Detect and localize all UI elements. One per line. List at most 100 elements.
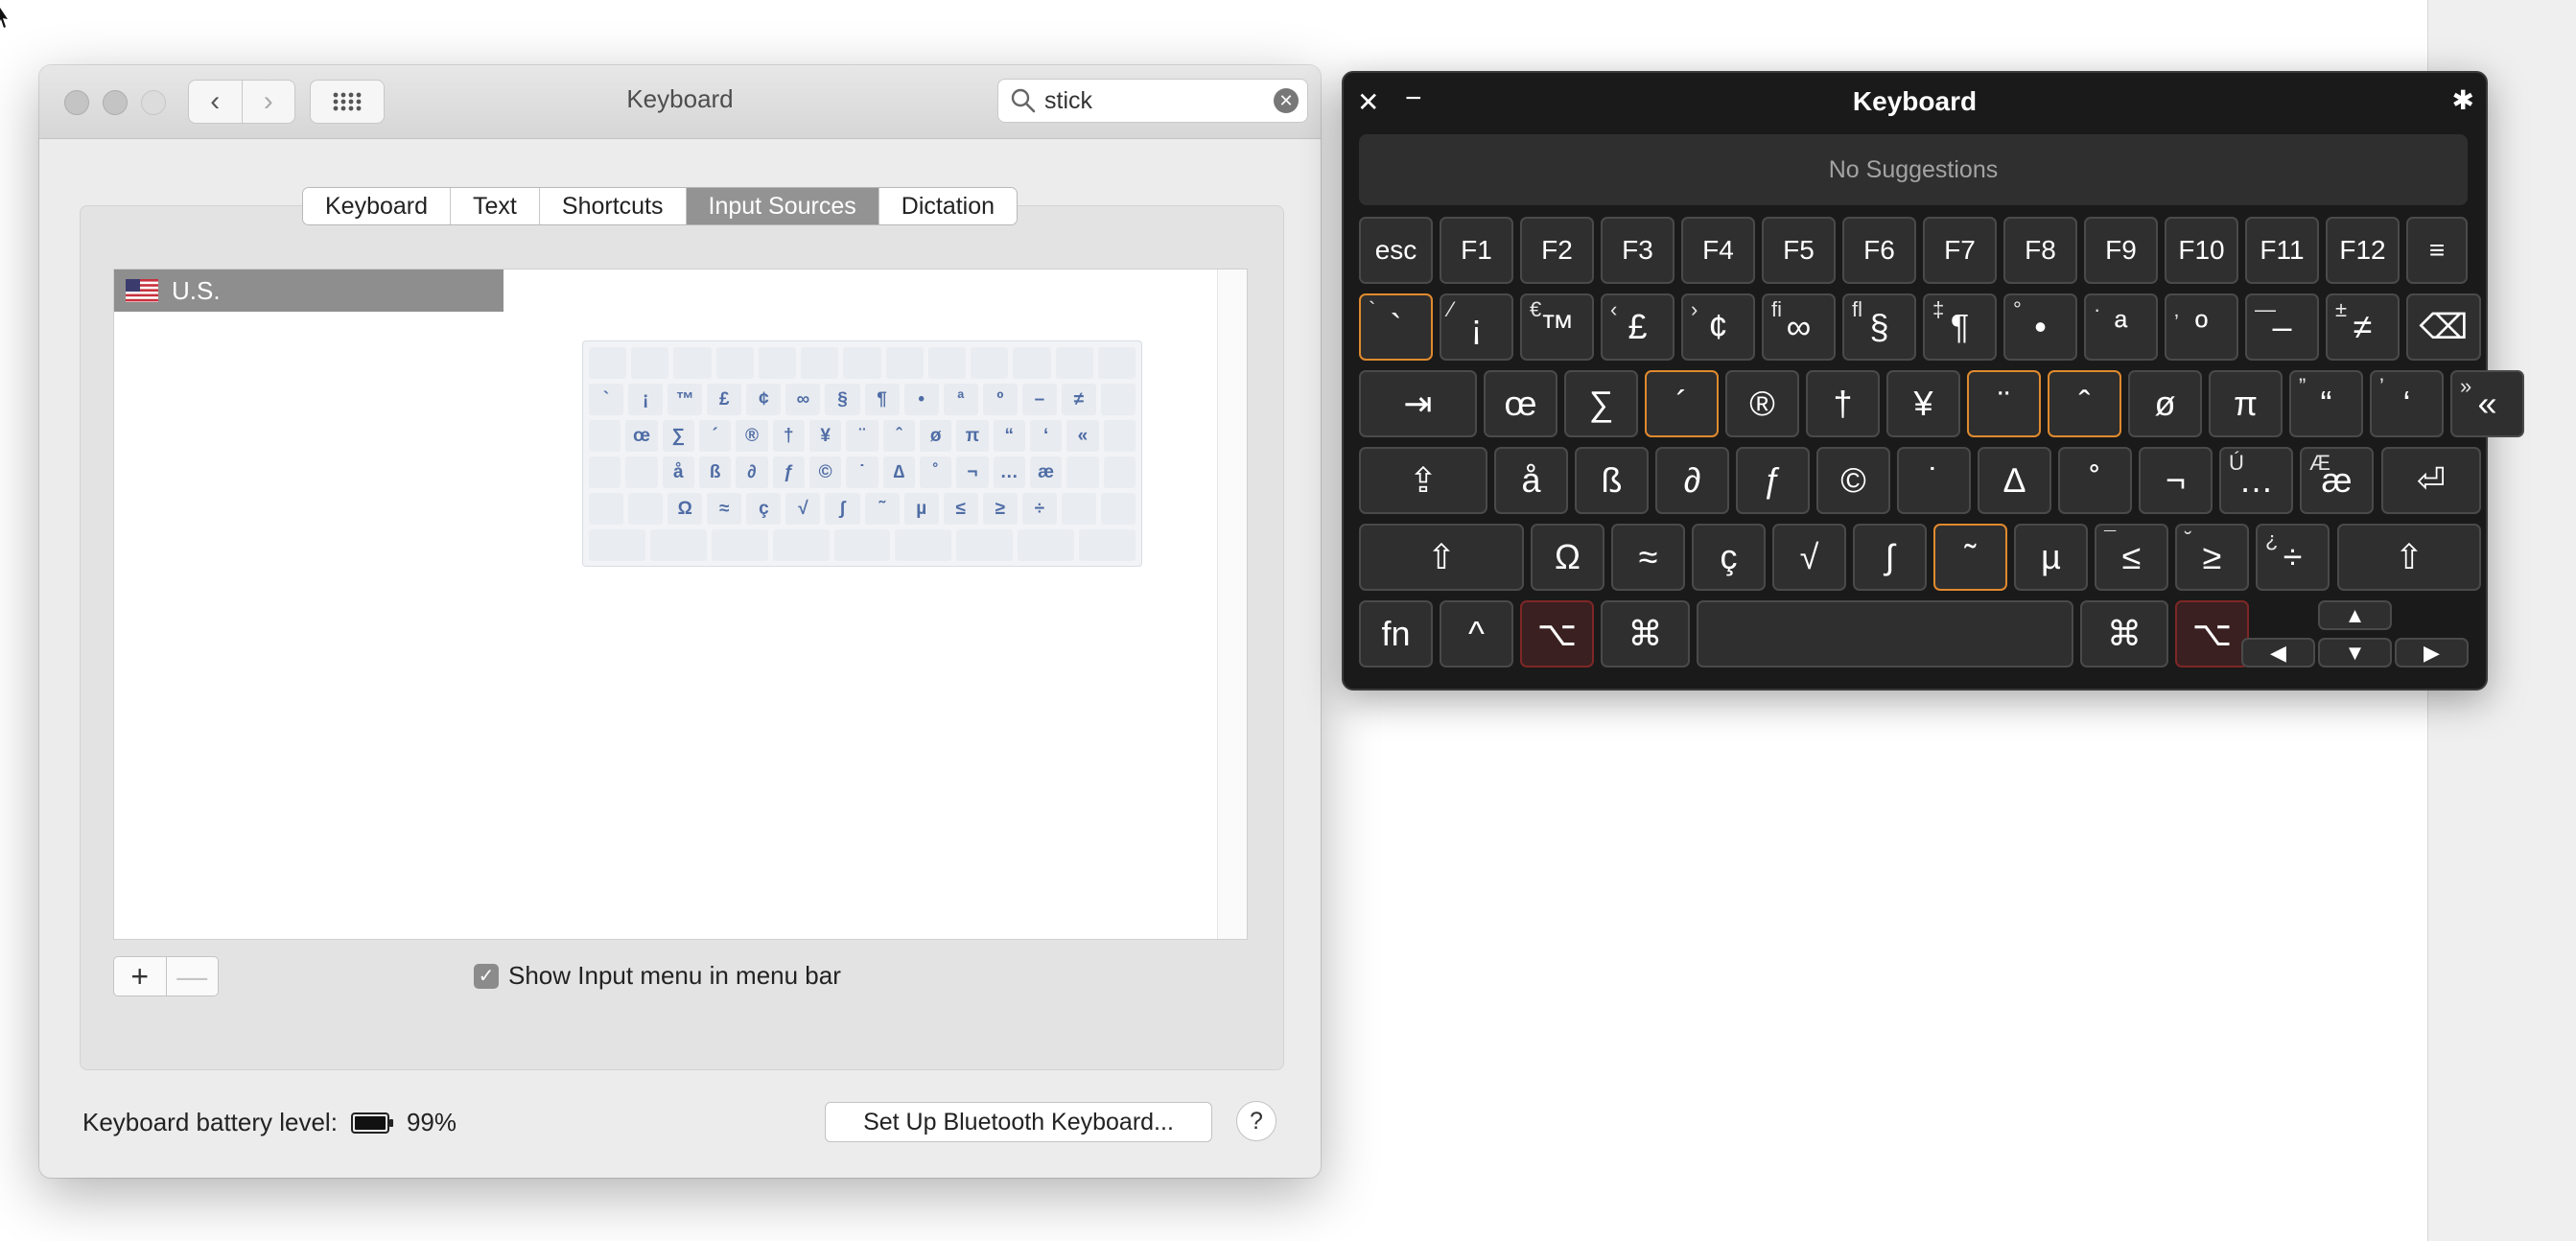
key-arrow-right[interactable]: ▶	[2395, 638, 2469, 667]
key-shift-left[interactable]: ⇧	[1359, 524, 1524, 591]
key-row2[interactable]: “”	[2289, 370, 2363, 437]
key-fn[interactable]: fn	[1359, 600, 1433, 667]
key-control[interactable]: ^	[1440, 600, 1513, 667]
key-row2[interactable]: ø	[2128, 370, 2202, 437]
list-item[interactable]: U.S.	[114, 269, 503, 312]
help-button[interactable]: ?	[1236, 1101, 1276, 1141]
key-return[interactable]: ⏎	[2381, 447, 2481, 514]
key-esc[interactable]: esc	[1359, 217, 1433, 284]
add-input-source-button[interactable]: +	[114, 957, 166, 995]
key-row1[interactable]: • °	[2003, 293, 2077, 361]
tab-dictation[interactable]: Dictation	[878, 188, 1018, 224]
key-option-left[interactable]: ⌥	[1520, 600, 1594, 667]
key-capslock[interactable]: ⇪	[1359, 447, 1487, 514]
key-row4[interactable]: ÷ ¿	[2256, 524, 2330, 591]
key-option-right[interactable]: ⌥	[2175, 600, 2249, 667]
key-row1[interactable]: ` `	[1359, 293, 1433, 361]
key-row1[interactable]: ¢ ›	[1681, 293, 1755, 361]
key-row2[interactable]: ´	[1645, 370, 1719, 437]
key-row2[interactable]: «»	[2450, 370, 2524, 437]
key-shift-label: ·	[2094, 297, 2101, 321]
key-row1[interactable]: § ﬂ	[1842, 293, 1916, 361]
key-f10[interactable]: F10	[2165, 217, 2238, 284]
key-row4[interactable]: ç	[1692, 524, 1766, 591]
key-row3[interactable]: ˙	[1897, 447, 1971, 514]
key-command-right[interactable]: ⌘	[2080, 600, 2168, 667]
key-row4[interactable]: µ	[2014, 524, 2088, 591]
key-row1[interactable]: ¶ ‡	[1923, 293, 1997, 361]
key-f2[interactable]: F2	[1520, 217, 1594, 284]
key-row1[interactable]: ≠ ±	[2326, 293, 2400, 361]
tab-text[interactable]: Text	[450, 188, 539, 224]
key-row1[interactable]: – —	[2245, 293, 2319, 361]
tab-shortcuts[interactable]: Shortcuts	[538, 188, 686, 224]
scrollbar[interactable]	[1217, 269, 1247, 939]
key-row1[interactable]: º ‚	[2165, 293, 2238, 361]
key-f11[interactable]: F11	[2245, 217, 2319, 284]
key-row4[interactable]: ≈	[1611, 524, 1685, 591]
key-f9[interactable]: F9	[2084, 217, 2158, 284]
key-label: F7	[1944, 235, 1976, 265]
key-f4[interactable]: F4	[1681, 217, 1755, 284]
key-row4[interactable]: √	[1772, 524, 1846, 591]
key-row1[interactable]: ∞ ﬁ	[1762, 293, 1836, 361]
key-row2[interactable]: †	[1806, 370, 1880, 437]
key-tab[interactable]: ⇥	[1359, 370, 1477, 437]
remove-input-source-button[interactable]: —	[165, 957, 219, 995]
key-row3[interactable]: ∆	[1978, 447, 2051, 514]
key-arrow-left[interactable]: ◀	[2241, 638, 2315, 667]
key-row1[interactable]: ª ·	[2084, 293, 2158, 361]
key-shift-right[interactable]: ⇧	[2337, 524, 2481, 591]
key-f7[interactable]: F7	[1923, 217, 1997, 284]
tab-keyboard[interactable]: Keyboard	[303, 188, 451, 224]
key-row4[interactable]: ˜	[1933, 524, 2007, 591]
key-row3[interactable]: … Ú	[2219, 447, 2293, 514]
preview-key: ∞	[785, 384, 821, 415]
key-row3[interactable]: ¬	[2139, 447, 2213, 514]
key-row3[interactable]: ß	[1575, 447, 1649, 514]
key-row3[interactable]: ∂	[1655, 447, 1729, 514]
key-row3[interactable]: æÆ	[2300, 447, 2374, 514]
key-row2[interactable]: ∑	[1564, 370, 1638, 437]
key-arrow-down[interactable]: ▼	[2318, 638, 2392, 667]
key-f8[interactable]: F8	[2003, 217, 2077, 284]
key-row1[interactable]: ™ €	[1520, 293, 1594, 361]
key-row4[interactable]: ∫	[1853, 524, 1927, 591]
key-space[interactable]	[1697, 600, 2073, 667]
key-row2[interactable]: ¥	[1886, 370, 1960, 437]
key-row2[interactable]: œ	[1484, 370, 1557, 437]
search-field[interactable]: stick ✕	[997, 79, 1308, 123]
key-row1[interactable]: ¡ ⁄	[1440, 293, 1513, 361]
key-row3[interactable]: å	[1494, 447, 1568, 514]
key-f5[interactable]: F5	[1762, 217, 1836, 284]
key-f12[interactable]: F12	[2326, 217, 2400, 284]
key-arrow-up[interactable]: ▲	[2318, 600, 2392, 630]
gear-icon[interactable]: ✱	[2452, 84, 2474, 116]
tab-input-sources[interactable]: Input Sources	[685, 188, 878, 224]
key-row3[interactable]: ˚	[2058, 447, 2132, 514]
key-row2[interactable]: ®	[1725, 370, 1799, 437]
key-f6[interactable]: F6	[1842, 217, 1916, 284]
key-row3[interactable]: ©	[1816, 447, 1890, 514]
battery-level-fill	[354, 1115, 386, 1130]
search-input[interactable]: stick	[1044, 87, 1274, 115]
key-f1[interactable]: F1	[1440, 217, 1513, 284]
show-input-menu-checkbox[interactable]: ✓	[474, 963, 499, 989]
key-row2[interactable]: ‘’	[2370, 370, 2444, 437]
key-list[interactable]: ≡	[2406, 217, 2468, 284]
key-f3[interactable]: F3	[1601, 217, 1674, 284]
key-row4[interactable]: ≤ ¯	[2095, 524, 2168, 591]
key-command-left[interactable]: ⌘	[1601, 600, 1690, 667]
clear-search-icon[interactable]: ✕	[1274, 88, 1299, 113]
setup-bluetooth-keyboard-button[interactable]: Set Up Bluetooth Keyboard...	[825, 1102, 1212, 1142]
key-row4[interactable]: ≥ ˘	[2175, 524, 2249, 591]
key-row1[interactable]: £ ‹	[1601, 293, 1674, 361]
preview-key-blank	[589, 493, 624, 525]
key-row4[interactable]: Ω	[1531, 524, 1604, 591]
key-delete[interactable]: ⌫	[2406, 293, 2481, 361]
show-input-menu-option[interactable]: ✓ Show Input menu in menu bar	[474, 961, 841, 991]
key-row2[interactable]: ¨	[1967, 370, 2041, 437]
key-row2[interactable]: π	[2209, 370, 2283, 437]
key-row3[interactable]: ƒ	[1736, 447, 1810, 514]
key-row2[interactable]: ˆ	[2048, 370, 2121, 437]
